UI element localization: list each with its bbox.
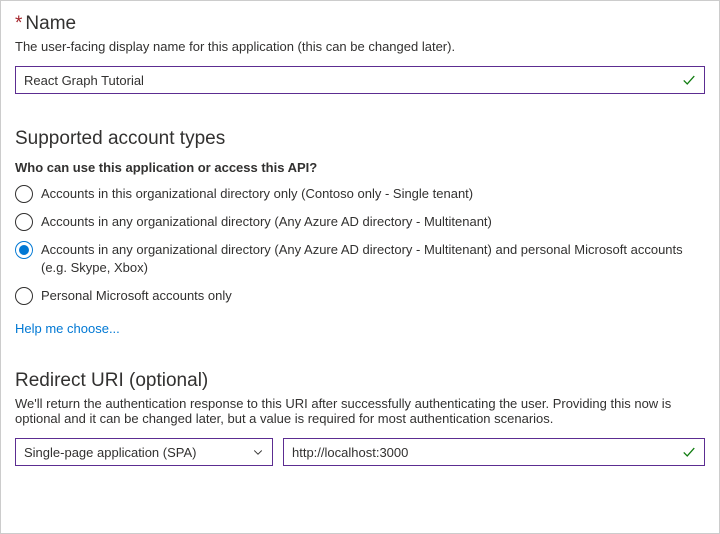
account-type-option-single-tenant[interactable]: Accounts in this organizational director… [15, 185, 705, 203]
radio-icon [15, 213, 33, 231]
name-input[interactable] [24, 73, 676, 88]
name-description: The user-facing display name for this ap… [15, 39, 705, 54]
account-type-option-multitenant-personal[interactable]: Accounts in any organizational directory… [15, 241, 705, 277]
platform-selected-label: Single-page application (SPA) [24, 445, 196, 460]
radio-icon [15, 287, 33, 305]
radio-label: Accounts in any organizational directory… [41, 213, 492, 231]
chevron-down-icon [252, 446, 264, 458]
account-types-heading: Supported account types [15, 128, 705, 150]
radio-label: Accounts in any organizational directory… [41, 241, 705, 277]
platform-dropdown[interactable]: Single-page application (SPA) [15, 438, 273, 466]
checkmark-icon [682, 73, 696, 87]
redirect-uri-heading: Redirect URI (optional) [15, 370, 705, 392]
account-types-question: Who can use this application or access t… [15, 160, 705, 175]
radio-icon [15, 185, 33, 203]
name-title-text: Name [25, 13, 76, 34]
name-heading: *Name [15, 13, 705, 35]
name-input-wrapper[interactable] [15, 66, 705, 94]
account-type-option-multitenant[interactable]: Accounts in any organizational directory… [15, 213, 705, 231]
account-type-option-personal-only[interactable]: Personal Microsoft accounts only [15, 287, 705, 305]
checkmark-icon [682, 445, 696, 459]
radio-label: Personal Microsoft accounts only [41, 287, 232, 305]
redirect-uri-input-wrapper[interactable] [283, 438, 705, 466]
redirect-uri-description: We'll return the authentication response… [15, 396, 705, 426]
account-types-radio-group: Accounts in this organizational director… [15, 185, 705, 305]
redirect-uri-input[interactable] [292, 445, 676, 460]
register-app-form: *Name The user-facing display name for t… [0, 0, 720, 534]
radio-label: Accounts in this organizational director… [41, 185, 473, 203]
radio-icon-selected [15, 241, 33, 259]
redirect-uri-row: Single-page application (SPA) [15, 438, 705, 466]
help-me-choose-link[interactable]: Help me choose... [15, 321, 120, 336]
required-asterisk: * [15, 13, 22, 34]
